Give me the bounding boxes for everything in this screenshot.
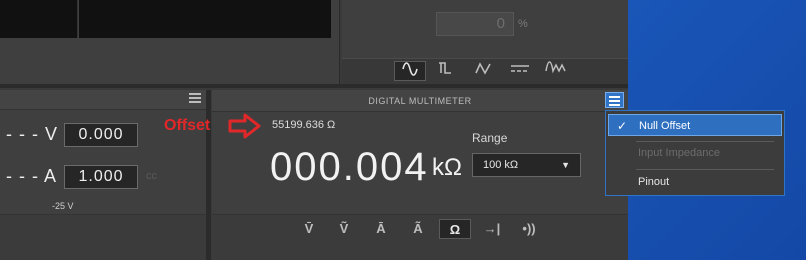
panel-divider [206, 90, 211, 260]
arrow-right-icon [228, 113, 261, 139]
checkmark-icon: ✓ [617, 119, 628, 133]
dmm-reading-unit: kΩ [432, 154, 462, 181]
menu-item-label: Pinout [638, 176, 670, 188]
dmm-title: DIGITAL MULTIMETER [212, 90, 628, 112]
panel-separator [0, 84, 628, 88]
power-supply-header [0, 90, 206, 110]
menu-icon[interactable] [189, 93, 201, 103]
range-label: Range [472, 131, 508, 145]
sine-icon [402, 62, 418, 76]
menu-item-input-impedance: Input Impedance [608, 142, 782, 164]
dmm-menu-icon[interactable] [605, 92, 624, 108]
ac-current-mode-button[interactable]: Ã [402, 219, 434, 239]
offset-annotation: Offset [164, 117, 211, 134]
triangle-wave-button[interactable] [467, 61, 499, 81]
continuity-mode-button[interactable]: •)) [513, 219, 545, 239]
app-window: 0 % - - - V - 0.000 - - - A 1.000 cc -25… [0, 0, 628, 260]
voltage-limit-label: -25 V [52, 201, 74, 211]
dmm-reading: 000.004 [270, 145, 429, 189]
voltage-readout: - - - V - [6, 124, 71, 144]
arbitrary-wave-icon [545, 61, 566, 74]
current-input[interactable]: 1.000 [64, 165, 138, 189]
dc-icon [511, 65, 529, 72]
dmm-options-menu: ✓ Null Offset Input Impedance Pinout [605, 110, 785, 196]
dc-voltage-mode-button[interactable]: V̄ [293, 219, 325, 239]
ac-voltage-mode-button[interactable]: Ṽ [328, 219, 360, 239]
percent-unit: % [518, 18, 528, 30]
arbitrary-wave-button[interactable] [540, 61, 572, 81]
square-wave-icon [439, 62, 451, 74]
current-readout: - - - A [6, 166, 57, 186]
sine-wave-button[interactable] [394, 61, 426, 81]
menu-item-pinout[interactable]: Pinout [608, 171, 782, 193]
display-area-left [0, 0, 78, 38]
menu-divider [636, 169, 774, 170]
menu-item-label: Null Offset [639, 120, 691, 132]
dc-wave-button[interactable] [504, 61, 536, 81]
range-select[interactable]: 100 kΩ ▼ [472, 153, 581, 177]
power-supply-toolbar [0, 214, 206, 260]
cc-indicator: cc [146, 170, 157, 182]
menu-item-null-offset[interactable]: ✓ Null Offset [608, 114, 782, 136]
square-wave-button[interactable] [430, 61, 462, 81]
range-value: 100 kΩ [483, 159, 519, 171]
diode-mode-button[interactable]: →| [476, 219, 508, 239]
offset-value: 55199.636 Ω [272, 119, 336, 131]
voltage-input[interactable]: 0.000 [64, 123, 138, 147]
dropdown-caret-icon: ▼ [561, 160, 570, 170]
menu-item-label: Input Impedance [638, 147, 720, 159]
resistance-mode-button[interactable]: Ω [439, 219, 471, 239]
percent-field[interactable]: 0 [436, 12, 514, 36]
dc-current-mode-button[interactable]: Ā [365, 219, 397, 239]
display-area-right [79, 0, 331, 38]
triangle-wave-icon [475, 62, 491, 75]
